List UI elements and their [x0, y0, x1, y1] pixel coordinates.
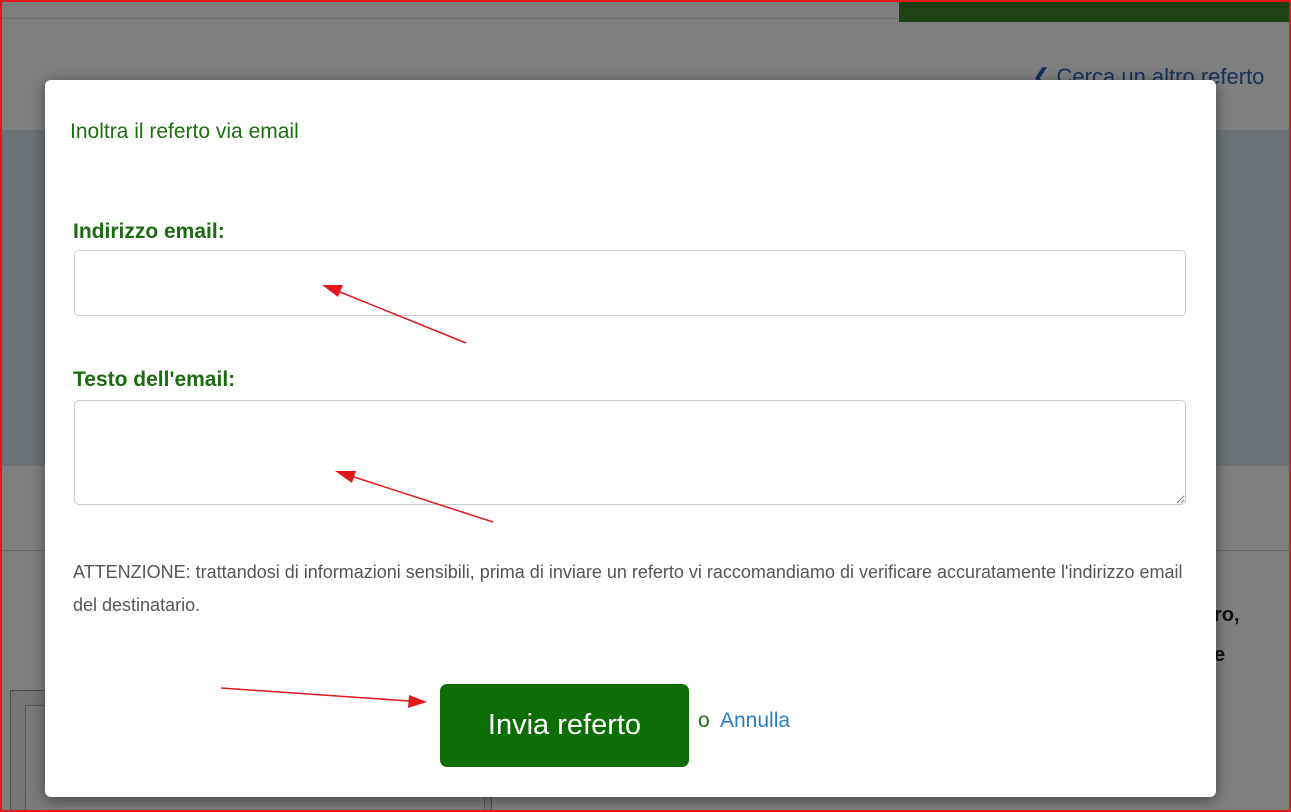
send-report-button[interactable]: Invia referto	[440, 684, 689, 767]
email-label: Indirizzo email:	[73, 220, 225, 243]
warning-text: ATTENZIONE: trattandosi di informazioni …	[73, 562, 1183, 615]
email-field[interactable]	[74, 250, 1186, 316]
forward-report-modal: Inoltra il referto via email Indirizzo e…	[45, 80, 1216, 797]
email-body-label: Testo dell'email:	[73, 368, 236, 391]
screenshot-frame: ❮ Cerca un altro referto ro, e Inoltra i…	[0, 0, 1291, 812]
email-body-textarea[interactable]	[74, 400, 1186, 505]
or-text: o	[698, 709, 710, 732]
cancel-link[interactable]: Annulla	[720, 709, 790, 733]
modal-title: Inoltra il referto via email	[70, 120, 299, 143]
